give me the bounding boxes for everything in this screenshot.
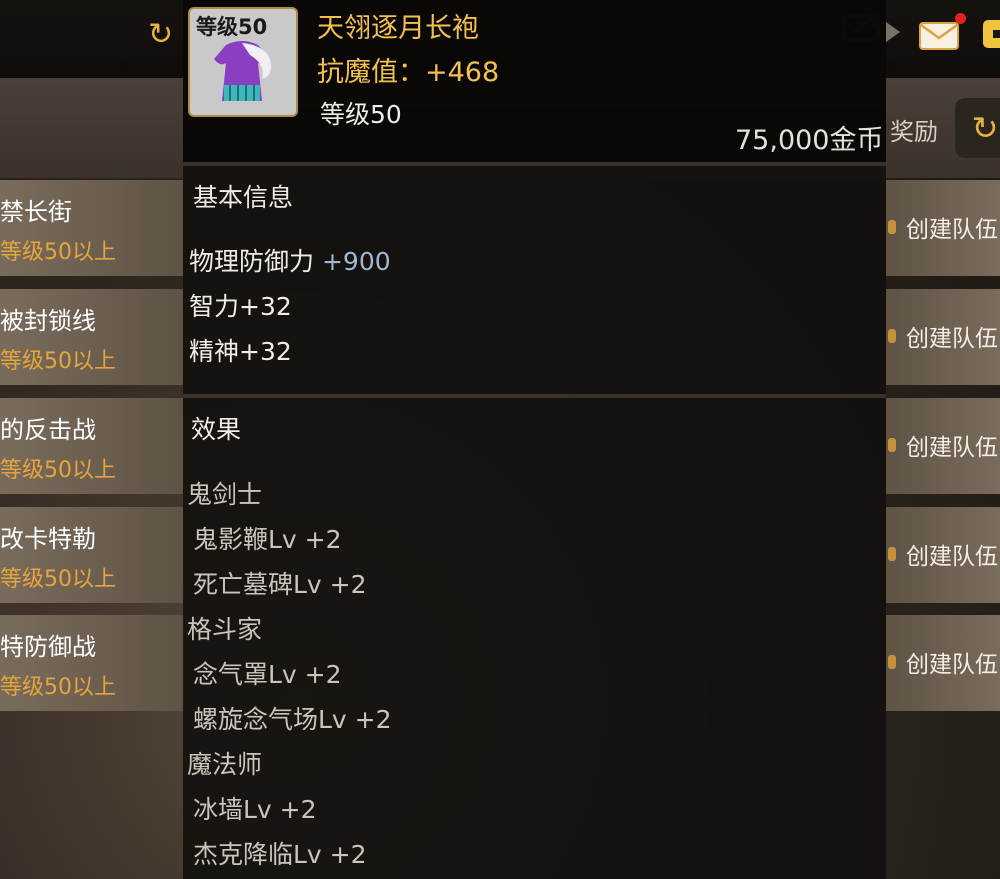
- skill-bonus: 螺旋念气场Lv +2: [193, 705, 392, 734]
- team-icon: [888, 438, 896, 452]
- stat-intelligence: 智力+32: [189, 292, 292, 321]
- dungeon-row[interactable]: 特防御战 等级50以上: [0, 615, 183, 711]
- item-name: 天翎逐月长袍: [317, 13, 479, 44]
- dungeon-row[interactable]: 改卡特勒 等级50以上: [0, 507, 183, 603]
- basic-info-title: 基本信息: [193, 183, 294, 212]
- skill-bonus: 鬼影鞭Lv +2: [193, 525, 342, 554]
- team-icon: [888, 547, 896, 561]
- dungeon-name: 被封锁线: [0, 307, 96, 335]
- item-header: 等级50 天翎逐月长袍 抗魔值：+468 等级50 75,000金币: [183, 0, 886, 162]
- effects-title: 效果: [191, 415, 242, 444]
- dungeon-name: 特防御战: [0, 633, 96, 661]
- dungeon-requirement: 等级50以上: [0, 567, 116, 592]
- item-price: 75,000金币: [735, 125, 884, 156]
- skill-bonus: 念气罩Lv +2: [193, 660, 342, 689]
- dungeon-row[interactable]: 的反击战 等级50以上: [0, 398, 183, 494]
- skill-bonus: 死亡墓碑Lv +2: [193, 570, 367, 599]
- dungeon-requirement: 等级50以上: [0, 240, 116, 265]
- create-team-button[interactable]: 创建队伍: [886, 615, 1000, 711]
- create-team-label: 创建队伍: [906, 435, 998, 461]
- icon-level-label: 等级50: [196, 15, 268, 39]
- dungeon-requirement: 等级50以上: [0, 675, 116, 700]
- notification-badge: [955, 13, 966, 24]
- team-icon: [888, 655, 896, 669]
- class-name: 鬼剑士: [187, 480, 263, 509]
- create-team-label: 创建队伍: [906, 217, 998, 243]
- menu-icon[interactable]: [983, 20, 1000, 48]
- create-team-button[interactable]: 创建队伍: [886, 289, 1000, 385]
- dungeon-name: 改卡特勒: [0, 525, 96, 553]
- dungeon-row[interactable]: 禁长街 等级50以上: [0, 180, 183, 276]
- magic-resist: 抗魔值：+468: [317, 50, 499, 89]
- class-name: 格斗家: [187, 615, 263, 644]
- stat-label: 物理防御力: [189, 247, 315, 276]
- resist-label: 抗魔值：: [317, 57, 425, 88]
- team-icon: [888, 329, 896, 343]
- create-team-button[interactable]: 创建队伍: [886, 398, 1000, 494]
- stat-spirit: 精神+32: [189, 337, 292, 366]
- robe-icon: [214, 41, 271, 101]
- item-level: 等级50: [320, 100, 402, 129]
- refresh-icon[interactable]: ↻: [148, 18, 182, 52]
- dungeon-requirement: 等级50以上: [0, 349, 116, 374]
- create-team-button[interactable]: 创建队伍: [886, 180, 1000, 276]
- refresh-list-button[interactable]: ↻: [955, 98, 1000, 158]
- reward-label[interactable]: 奖励: [890, 112, 938, 147]
- create-team-label: 创建队伍: [906, 544, 998, 570]
- create-team-label: 创建队伍: [906, 652, 998, 678]
- mail-icon[interactable]: [919, 22, 959, 50]
- dungeon-requirement: 等级50以上: [0, 458, 116, 483]
- dungeon-name: 禁长街: [0, 198, 72, 226]
- dungeon-row[interactable]: 被封锁线 等级50以上: [0, 289, 183, 385]
- divider: [183, 162, 886, 166]
- robe-item-icon: 等级50: [188, 7, 298, 117]
- item-tooltip: 等级50 天翎逐月长袍 抗魔值：+468 等级50 75,000金币 基本信息 …: [183, 0, 886, 879]
- resist-value: +468: [425, 57, 500, 88]
- create-team-label: 创建队伍: [906, 326, 998, 352]
- stat-physical-defense: 物理防御力 +900: [189, 242, 391, 278]
- divider: [183, 394, 886, 398]
- dungeon-name: 的反击战: [0, 416, 96, 444]
- arrow-right-icon: [886, 22, 900, 42]
- class-name: 魔法师: [187, 750, 263, 779]
- create-team-button[interactable]: 创建队伍: [886, 507, 1000, 603]
- team-icon: [888, 220, 896, 234]
- stat-value: +900: [321, 247, 391, 276]
- skill-bonus: 杰克降临Lv +2: [193, 840, 367, 869]
- skill-bonus: 冰墙Lv +2: [193, 795, 317, 824]
